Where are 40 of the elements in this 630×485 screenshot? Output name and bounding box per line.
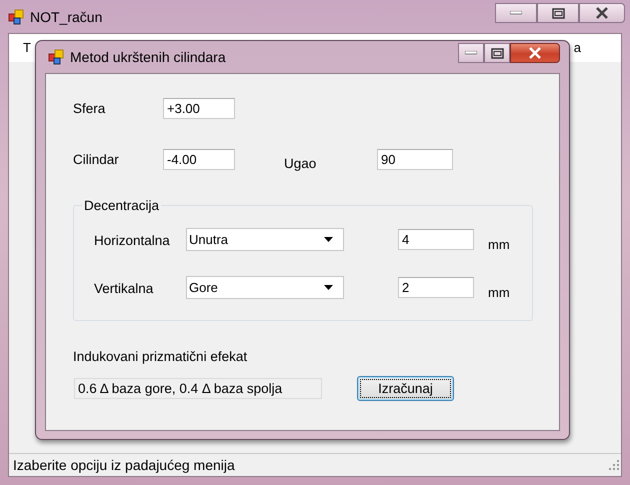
input-field[interactable]: 2 xyxy=(398,277,474,298)
dialog-title: Metod ukrštenih cilindara xyxy=(70,49,226,65)
unit-label: mm xyxy=(488,237,510,252)
app-icon xyxy=(8,8,24,24)
close-icon xyxy=(528,47,542,59)
minimize-button[interactable] xyxy=(495,3,537,23)
maximize-button[interactable] xyxy=(537,3,579,23)
caret-icon xyxy=(324,237,333,242)
unit-label: mm xyxy=(488,285,510,300)
resize-grip-icon[interactable] xyxy=(609,460,619,470)
maximize-button[interactable] xyxy=(484,43,510,63)
menu-item[interactable]: T xyxy=(21,40,33,62)
dropdown[interactable]: Gore xyxy=(186,276,344,299)
minimize-button[interactable] xyxy=(458,43,484,63)
maximize-icon xyxy=(552,8,564,18)
close-icon xyxy=(595,7,609,19)
result-field: 0.6 Δ baza gore, 0.4 Δ baza spolja xyxy=(74,378,322,399)
input-field[interactable]: -4.00 xyxy=(163,149,235,170)
minimize-icon xyxy=(510,11,522,15)
app-icon xyxy=(48,49,64,65)
minimize-icon xyxy=(465,51,477,55)
field-label: Vertikalna xyxy=(94,281,154,296)
caret-icon xyxy=(324,285,333,290)
field-label: Ugao xyxy=(284,156,318,171)
field-label: Cilindar xyxy=(73,152,120,167)
dropdown[interactable]: Unutra xyxy=(186,228,344,251)
field-label: Horizontalna xyxy=(94,233,171,248)
menu-item[interactable]: a xyxy=(572,40,583,62)
input-field[interactable]: 4 xyxy=(398,229,474,250)
group-title: Decentracija xyxy=(82,198,162,213)
result-label: Indukovani prizmatični efekat xyxy=(73,349,248,364)
status-text: Izaberite opciju iz padajućeg menija xyxy=(13,457,235,473)
input-field[interactable]: 90 xyxy=(377,149,453,170)
close-button[interactable] xyxy=(579,3,625,23)
input-field[interactable]: +3.00 xyxy=(163,98,235,119)
window-title: NOT_račun xyxy=(30,8,102,24)
calculate-button[interactable]: Izračunaj xyxy=(357,376,454,401)
maximize-icon xyxy=(490,48,504,58)
field-label: Sfera xyxy=(73,101,106,116)
close-button[interactable] xyxy=(510,43,560,63)
